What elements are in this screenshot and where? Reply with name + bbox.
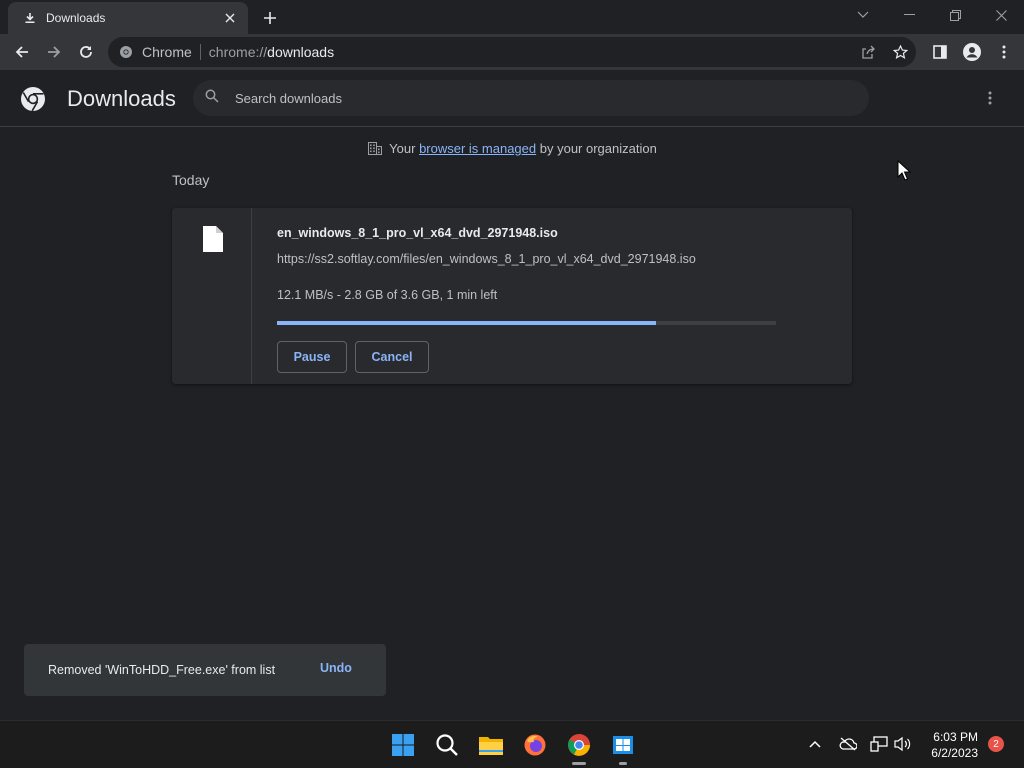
tab-strip: Downloads bbox=[0, 0, 1024, 34]
download-progress-fill bbox=[277, 321, 657, 325]
file-icon bbox=[203, 226, 223, 252]
removed-toast: Removed 'WinToHDD_Free.exe' from list Un… bbox=[24, 644, 386, 696]
building-icon bbox=[367, 140, 383, 159]
bookmark-star-icon[interactable] bbox=[888, 40, 912, 64]
tab-search-chevron-icon[interactable] bbox=[840, 0, 886, 30]
cancel-button[interactable]: Cancel bbox=[355, 341, 429, 373]
search-downloads-box[interactable] bbox=[193, 80, 869, 116]
share-icon[interactable] bbox=[856, 40, 880, 64]
url-scheme: chrome:// bbox=[208, 44, 268, 60]
omnibox-actions bbox=[848, 40, 912, 64]
downloads-header: Downloads bbox=[0, 70, 1024, 127]
site-label: Chrome bbox=[142, 44, 192, 60]
date-section-label: Today bbox=[172, 172, 210, 188]
tray-overflow-chevron-icon[interactable] bbox=[804, 733, 826, 755]
managed-prefix: Your bbox=[389, 140, 416, 156]
tab-title: Downloads bbox=[46, 11, 106, 25]
restore-button[interactable] bbox=[932, 0, 978, 30]
url-path: downloads bbox=[267, 44, 335, 60]
running-app-indicator bbox=[619, 762, 627, 765]
network-icon[interactable] bbox=[868, 733, 890, 755]
toast-message: Removed 'WinToHDD_Free.exe' from list bbox=[48, 663, 276, 677]
side-panel-icon[interactable] bbox=[926, 38, 954, 66]
profile-avatar-icon[interactable] bbox=[958, 38, 986, 66]
tab-downloads[interactable]: Downloads bbox=[8, 2, 248, 34]
download-filename[interactable]: en_windows_8_1_pro_vl_x64_dvd_2971948.is… bbox=[277, 226, 558, 240]
managed-suffix: by your organization bbox=[539, 140, 657, 156]
new-tab-button[interactable] bbox=[258, 6, 282, 30]
onedrive-offline-icon[interactable] bbox=[837, 733, 859, 755]
search-icon[interactable] bbox=[431, 729, 463, 761]
clock-date: 6/2/2023 bbox=[931, 746, 978, 760]
toolbar-right bbox=[922, 34, 1018, 70]
search-input[interactable] bbox=[235, 90, 795, 106]
reload-button[interactable] bbox=[70, 36, 102, 68]
download-icon bbox=[22, 10, 38, 26]
browser-toolbar: Chrome chrome://downloads bbox=[0, 34, 1024, 70]
app-installer-icon[interactable] bbox=[607, 729, 639, 765]
download-item-card: en_windows_8_1_pro_vl_x64_dvd_2971948.is… bbox=[172, 208, 852, 384]
pause-button[interactable]: Pause bbox=[277, 341, 347, 373]
active-app-indicator bbox=[572, 762, 586, 765]
notification-badge[interactable]: 2 bbox=[988, 736, 1004, 752]
download-url[interactable]: https://ss2.softlay.com/files/en_windows… bbox=[277, 252, 696, 266]
browser-menu-icon[interactable] bbox=[990, 38, 1018, 66]
chrome-logo-icon bbox=[21, 87, 45, 112]
close-tab-icon[interactable] bbox=[222, 10, 238, 26]
search-icon bbox=[205, 89, 219, 108]
address-bar[interactable]: Chrome chrome://downloads bbox=[108, 37, 916, 67]
managed-notice: Your browser is managed by your organiza… bbox=[0, 140, 1024, 159]
volume-icon[interactable] bbox=[892, 733, 914, 755]
download-progress-bar bbox=[277, 321, 776, 325]
taskbar-clock[interactable]: 6:03 PM 6/2/2023 bbox=[931, 729, 978, 761]
window-controls bbox=[840, 0, 1024, 30]
download-status: 12.1 MB/s - 2.8 GB of 3.6 GB, 1 min left bbox=[277, 288, 498, 302]
start-icon[interactable] bbox=[387, 729, 419, 761]
browser-managed-link[interactable]: browser is managed bbox=[419, 141, 536, 156]
clock-time: 6:03 PM bbox=[933, 730, 978, 744]
file-icon-column bbox=[172, 208, 252, 384]
windows-taskbar: 6:03 PM 6/2/2023 2 bbox=[0, 720, 1024, 768]
forward-button[interactable] bbox=[38, 36, 70, 68]
back-button[interactable] bbox=[6, 36, 38, 68]
page-title: Downloads bbox=[67, 86, 176, 111]
firefox-icon[interactable] bbox=[519, 729, 551, 761]
mouse-cursor-icon bbox=[897, 160, 911, 181]
chrome-icon bbox=[118, 44, 134, 60]
omnibox-separator bbox=[199, 44, 201, 60]
chrome-icon[interactable] bbox=[563, 729, 595, 765]
more-actions-icon[interactable] bbox=[978, 86, 1002, 110]
minimize-button[interactable] bbox=[886, 0, 932, 30]
file-explorer-icon[interactable] bbox=[475, 729, 507, 761]
undo-button[interactable]: Undo bbox=[320, 661, 352, 675]
close-window-button[interactable] bbox=[978, 0, 1024, 30]
